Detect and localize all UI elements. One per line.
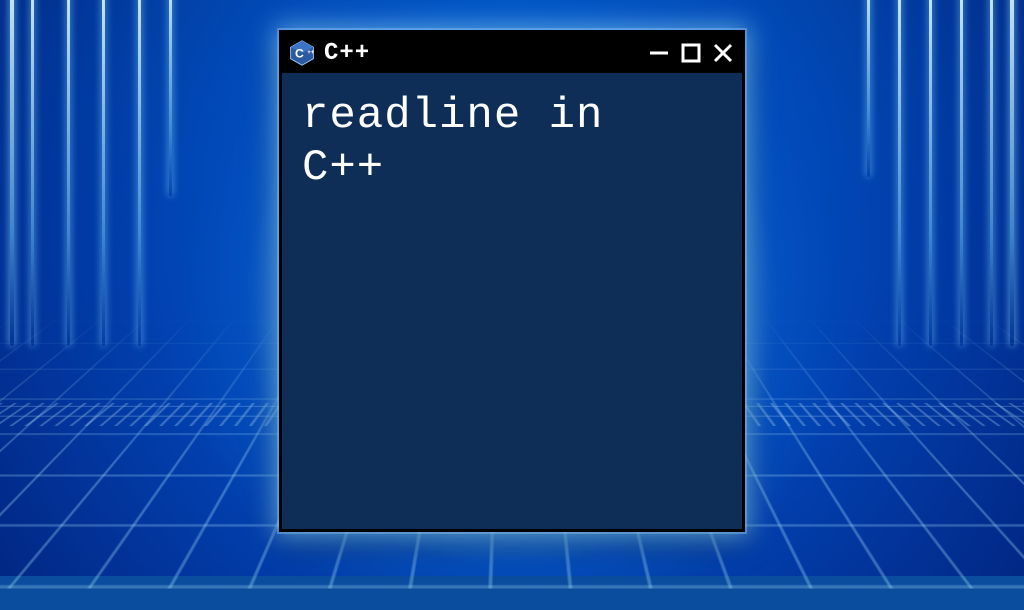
minimize-button[interactable] bbox=[648, 42, 670, 64]
cpp-icon-letter: C bbox=[295, 46, 304, 60]
window-controls bbox=[648, 42, 734, 64]
terminal-text: readline in C++ bbox=[302, 91, 603, 193]
window-title: C++ bbox=[324, 40, 370, 67]
terminal-window: C + + C++ readline in C++ bbox=[279, 30, 745, 532]
titlebar[interactable]: C + + C++ bbox=[282, 33, 742, 73]
cpp-hex-icon: C + + bbox=[288, 39, 316, 67]
svg-text:+: + bbox=[311, 49, 315, 56]
maximize-button[interactable] bbox=[680, 42, 702, 64]
terminal-content-area: readline in C++ bbox=[282, 73, 742, 529]
close-button[interactable] bbox=[712, 42, 734, 64]
